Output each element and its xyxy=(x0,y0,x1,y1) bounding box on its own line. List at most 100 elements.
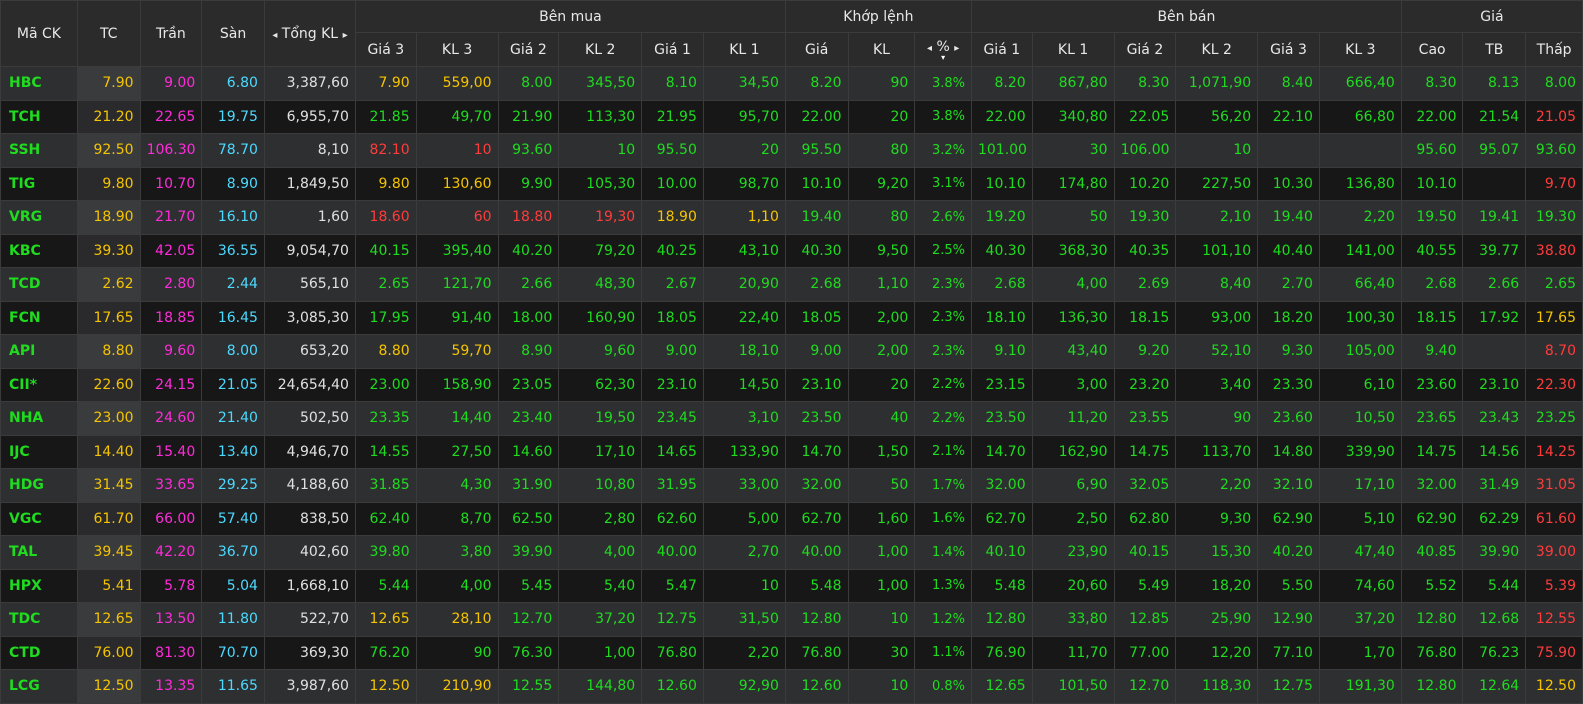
col-header-tran[interactable]: Trần xyxy=(139,0,203,67)
cell-symbol[interactable]: TAL xyxy=(0,535,78,570)
table-row[interactable]: TIG 9.80 10.70 8.90 1,849,50 9.80 130,60 9.90 10… xyxy=(0,166,1583,201)
cell-tc: 39.30 xyxy=(76,233,141,268)
col-header-thap[interactable]: Thấp xyxy=(1525,32,1583,67)
col-header-buy-kl2[interactable]: KL 2 xyxy=(558,32,643,67)
table-row[interactable]: TCH 21.20 22.65 19.75 6,955,70 21.85 49,70 21.9… xyxy=(0,99,1583,134)
cell-total-volume: 565,10 xyxy=(263,267,356,302)
table-row[interactable]: TCD 2.62 2.80 2.44 565,10 2.65 121,70 2.66 48,30… xyxy=(0,267,1583,302)
col-header-san[interactable]: Sàn xyxy=(201,0,265,67)
cell-symbol[interactable]: CII* xyxy=(0,367,78,402)
table-row[interactable]: TDC 12.65 13.50 11.80 522,70 12.65 28,10 12.70 3… xyxy=(0,602,1583,637)
cell-symbol[interactable]: HBC xyxy=(0,66,78,101)
pct-right-icon[interactable]: ▸ xyxy=(954,43,959,54)
col-header-sell-kl3[interactable]: KL 3 xyxy=(1318,32,1402,67)
col-header-match-gia[interactable]: Giá xyxy=(784,32,849,67)
cell-symbol[interactable]: VRG xyxy=(0,200,78,235)
col-header-sell-gia3[interactable]: Giá 3 xyxy=(1257,32,1320,67)
cell-symbol[interactable]: IJC xyxy=(0,434,78,469)
cell-symbol[interactable]: KBC xyxy=(0,233,78,268)
cell-symbol[interactable]: LCG xyxy=(0,669,78,704)
cell-sell-price-1: 62.70 xyxy=(970,501,1033,536)
table-row[interactable]: HBC 7.90 9.00 6.80 3,387,60 7.90 559,00 8.00 345… xyxy=(0,66,1583,101)
cell-high-price: 12.80 xyxy=(1400,669,1464,704)
col-header-sell-kl1[interactable]: KL 1 xyxy=(1031,32,1115,67)
col-header-buy-gia3[interactable]: Giá 3 xyxy=(354,32,417,67)
table-row[interactable]: HDG 31.45 33.65 29.25 4,188,60 31.85 4,30 31.90… xyxy=(0,468,1583,503)
table-header: Mã CK TC Trần Sàn ◂ Tổng KL ▸ Bên mua Kh… xyxy=(0,0,1583,67)
col-header-tb[interactable]: TB xyxy=(1462,32,1527,67)
cell-buy-volume-1: 14,50 xyxy=(702,367,786,402)
cell-buy-price-2: 18.80 xyxy=(497,200,560,235)
cell-symbol[interactable]: NHA xyxy=(0,401,78,436)
cell-buy-volume-3: 27,50 xyxy=(415,434,499,469)
table-row[interactable]: KBC 39.30 42.05 36.55 9,054,70 40.15 395,40 40.… xyxy=(0,233,1583,268)
table-row[interactable]: SSH 92.50 106.30 78.70 8,10 82.10 10 93.60 10 95.… xyxy=(0,133,1583,168)
cell-symbol[interactable]: HPX xyxy=(0,568,78,603)
scroll-right-icon[interactable]: ▸ xyxy=(343,30,348,41)
cell-sell-price-1: 18.10 xyxy=(970,300,1033,335)
col-header-buy-kl3[interactable]: KL 3 xyxy=(415,32,499,67)
table-row[interactable]: FCN 17.65 18.85 16.45 3,085,30 17.95 91,40 18.0… xyxy=(0,300,1583,335)
table-row[interactable]: NHA 23.00 24.60 21.40 502,50 23.35 14,40 23.40 1… xyxy=(0,401,1583,436)
cell-buy-price-1: 21.95 xyxy=(641,99,704,134)
cell-symbol[interactable]: TDC xyxy=(0,602,78,637)
cell-sell-volume-1: 50 xyxy=(1031,200,1115,235)
col-header-buy-gia2[interactable]: Giá 2 xyxy=(497,32,560,67)
cell-sell-price-1: 40.30 xyxy=(970,233,1033,268)
table-row[interactable]: CII* 22.60 24.15 21.05 24,654,40 23.00 158,90 2… xyxy=(0,367,1583,402)
cell-symbol[interactable]: TCH xyxy=(0,99,78,134)
table-row[interactable]: IJC 14.40 15.40 13.40 4,946,70 14.55 27,50 14.6… xyxy=(0,434,1583,469)
scroll-left-icon[interactable]: ◂ xyxy=(272,30,277,41)
col-header-cao[interactable]: Cao xyxy=(1400,32,1464,67)
cell-buy-price-1: 18.90 xyxy=(641,200,704,235)
cell-symbol[interactable]: VGC xyxy=(0,501,78,536)
cell-buy-price-1: 12.60 xyxy=(641,669,704,704)
col-header-tong-kl[interactable]: ◂ Tổng KL ▸ xyxy=(263,0,356,67)
table-row[interactable]: TAL 39.45 42.20 36.70 402,60 39.80 3,80 39.90 4,… xyxy=(0,535,1583,570)
cell-symbol[interactable]: FCN xyxy=(0,300,78,335)
cell-match-change-pct: 1.7% xyxy=(914,468,972,503)
cell-buy-price-3: 17.95 xyxy=(354,300,417,335)
cell-san: 16.10 xyxy=(201,200,265,235)
cell-sell-price-2: 40.15 xyxy=(1113,535,1177,570)
col-header-sell-kl2[interactable]: KL 2 xyxy=(1175,32,1259,67)
col-header-sell-gia2[interactable]: Giá 2 xyxy=(1113,32,1177,67)
cell-high-price: 18.15 xyxy=(1400,300,1464,335)
cell-match-volume: 50 xyxy=(847,468,916,503)
pct-left-icon[interactable]: ◂ xyxy=(927,43,932,54)
cell-symbol[interactable]: TIG xyxy=(0,166,78,201)
cell-match-price: 32.00 xyxy=(784,468,849,503)
col-header-sell-gia1[interactable]: Giá 1 xyxy=(970,32,1033,67)
cell-tc: 7.90 xyxy=(76,66,141,101)
cell-symbol[interactable]: SSH xyxy=(0,133,78,168)
cell-sell-volume-1: 11,70 xyxy=(1031,635,1115,670)
table-row[interactable]: VRG 18.90 21.70 16.10 1,60 18.60 60 18.80 19,30 1… xyxy=(0,200,1583,235)
cell-symbol[interactable]: TCD xyxy=(0,267,78,302)
cell-sell-volume-3: 100,30 xyxy=(1318,300,1402,335)
cell-san: 16.45 xyxy=(201,300,265,335)
cell-buy-price-3: 21.85 xyxy=(354,99,417,134)
col-header-match-pct[interactable]: ◂ % ▸ ▾ xyxy=(914,32,972,67)
cell-buy-price-1: 5.47 xyxy=(641,568,704,603)
cell-buy-volume-1: 34,50 xyxy=(702,66,786,101)
cell-buy-price-3: 40.15 xyxy=(354,233,417,268)
cell-buy-volume-1: 33,00 xyxy=(702,468,786,503)
col-header-tc[interactable]: TC xyxy=(76,0,141,67)
table-row[interactable]: API 8.80 9.60 8.00 653,20 8.80 59,70 8.90 9,60 9.… xyxy=(0,334,1583,369)
table-row[interactable]: HPX 5.41 5.78 5.04 1,668,10 5.44 4,00 5.45 5,40 5… xyxy=(0,568,1583,603)
cell-symbol[interactable]: HDG xyxy=(0,468,78,503)
col-header-ma-ck[interactable]: Mã CK xyxy=(0,0,78,67)
cell-sell-price-1: 23.15 xyxy=(970,367,1033,402)
cell-sell-volume-1: 43,40 xyxy=(1031,334,1115,369)
cell-match-change-pct: 0.8% xyxy=(914,669,972,704)
col-header-match-kl[interactable]: KL xyxy=(847,32,916,67)
cell-high-price: 40.55 xyxy=(1400,233,1464,268)
table-row[interactable]: CTD 76.00 81.30 70.70 369,30 76.20 90 76.30 1,00… xyxy=(0,635,1583,670)
cell-tran: 9.00 xyxy=(139,66,203,101)
cell-symbol[interactable]: CTD xyxy=(0,635,78,670)
table-row[interactable]: VGC 61.70 66.00 57.40 838,50 62.40 8,70 62.50 2,… xyxy=(0,501,1583,536)
table-row[interactable]: LCG 12.50 13.35 11.65 3,987,60 12.50 210,90 12.… xyxy=(0,669,1583,704)
col-header-buy-gia1[interactable]: Giá 1 xyxy=(641,32,704,67)
cell-symbol[interactable]: API xyxy=(0,334,78,369)
col-header-buy-kl1[interactable]: KL 1 xyxy=(702,32,786,67)
